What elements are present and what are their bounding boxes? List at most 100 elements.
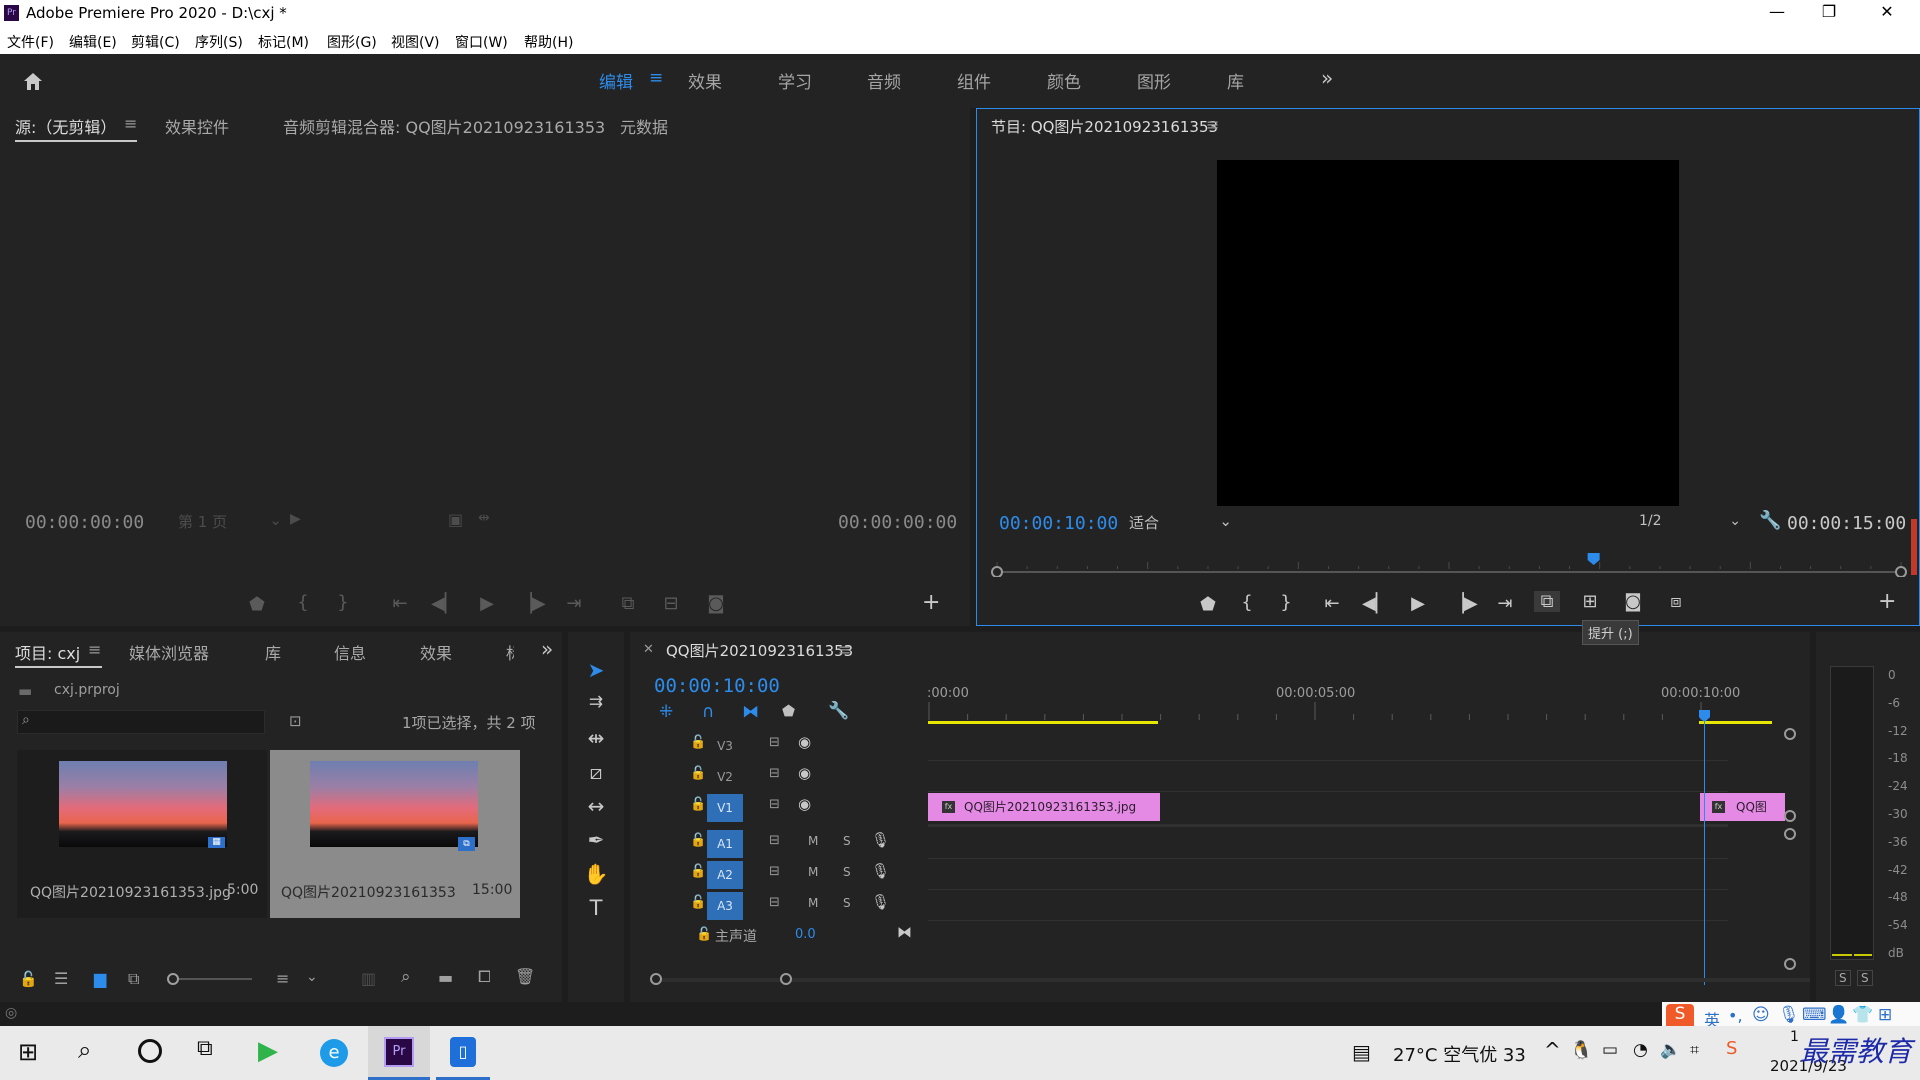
tab-markers-cut[interactable]: 标	[506, 640, 514, 664]
sync-lock-icon[interactable]: ⊟	[769, 895, 780, 910]
lock-icon[interactable]: 🔓	[696, 927, 712, 942]
go-to-out-icon[interactable]: ⇥	[1492, 593, 1518, 614]
extract-icon[interactable]: ⊞	[1577, 591, 1603, 612]
zoom-select[interactable]: 适合 ⌄	[1129, 512, 1234, 534]
step-forward-icon[interactable]: ▕▶	[1450, 593, 1478, 614]
add-marker-icon[interactable]: ⬟	[782, 702, 795, 720]
new-bin-icon[interactable]: ▬	[438, 968, 453, 987]
mark-out-icon[interactable]: }	[330, 592, 356, 613]
track-target-v1[interactable]: V1	[707, 794, 743, 822]
track-target-a3[interactable]: A3	[707, 892, 743, 920]
menu-help[interactable]: 帮助(H)	[524, 32, 573, 52]
workspace-audio[interactable]: 音频	[867, 68, 901, 93]
menu-window[interactable]: 窗口(W)	[455, 32, 508, 52]
eye-icon[interactable]: ◉	[798, 764, 811, 782]
menu-graphics[interactable]: 图形(G)	[327, 32, 377, 52]
timeline-clip[interactable]: fx QQ图	[1700, 793, 1785, 821]
ime-skin-icon[interactable]: 👕	[1852, 1005, 1873, 1025]
track-target-v2[interactable]: V2	[707, 763, 743, 791]
work-area-bar-end[interactable]	[1699, 721, 1772, 724]
track-target-v3[interactable]: V3	[707, 732, 743, 760]
workspace-assembly[interactable]: 组件	[957, 68, 991, 93]
menu-file[interactable]: 文件(F)	[7, 32, 54, 52]
mute-button[interactable]: M	[808, 865, 818, 879]
microphone-icon[interactable]: 🎙	[871, 831, 890, 849]
sync-lock-icon[interactable]: ⊟	[769, 833, 780, 848]
workspace-libraries[interactable]: 库	[1227, 68, 1244, 93]
add-button-icon[interactable]: +	[922, 590, 940, 615]
sync-lock-icon[interactable]: ⊟	[769, 766, 780, 781]
microphone-icon[interactable]: 🎙	[871, 893, 890, 911]
tab-media-browser[interactable]: 媒体浏览器	[129, 640, 209, 664]
workspace-more-button[interactable]: »	[1321, 66, 1333, 90]
ime-punct-icon[interactable]: •,	[1728, 1006, 1743, 1025]
home-icon[interactable]	[22, 70, 44, 92]
zoom-slider[interactable]	[167, 973, 252, 985]
sync-lock-icon[interactable]: ⊟	[769, 797, 780, 812]
program-current-timecode[interactable]: 00:00:10:00	[999, 513, 1118, 534]
razor-tool-icon[interactable]: ⧄	[577, 760, 615, 784]
search-icon[interactable]: ⌕	[78, 1036, 91, 1064]
timeline-settings-icon[interactable]: 🔧	[828, 701, 849, 721]
scroll-handle-icon[interactable]	[1784, 728, 1796, 740]
mark-out-icon[interactable]: }	[1273, 592, 1299, 613]
type-tool-icon[interactable]: T	[577, 896, 615, 920]
tab-project[interactable]: 项目: cxj	[15, 640, 80, 664]
ime-emoji-icon[interactable]: ☺	[1752, 1005, 1770, 1025]
icon-view-icon[interactable]: ▆	[94, 969, 106, 988]
battery-icon[interactable]: ▭	[1602, 1040, 1618, 1060]
cortana-icon[interactable]	[138, 1039, 162, 1063]
ime-voice-icon[interactable]: 🎙	[1778, 1005, 1800, 1025]
nest-icon[interactable]: ⁜	[659, 702, 673, 722]
scroll-handle-icon[interactable]	[1784, 828, 1796, 840]
eye-icon[interactable]: ◉	[798, 733, 811, 751]
qq-icon[interactable]: 🐧	[1570, 1040, 1592, 1061]
volume-icon[interactable]: 🔈	[1660, 1040, 1681, 1060]
ime-user-icon[interactable]: 👤	[1828, 1005, 1849, 1025]
new-search-bin-icon[interactable]: ⊡	[289, 712, 302, 730]
add-marker-icon[interactable]: ⬟	[1195, 594, 1221, 615]
windows-start-icon[interactable]: ⊞	[18, 1038, 38, 1066]
lock-icon[interactable]: 🔓	[690, 895, 706, 910]
step-back-icon[interactable]: ◀▏	[431, 593, 459, 614]
play-icon[interactable]: ▶	[1405, 593, 1431, 614]
program-playhead[interactable]	[1587, 553, 1600, 565]
eye-icon[interactable]: ◉	[798, 795, 811, 813]
weather-icon[interactable]: ▤	[1352, 1040, 1371, 1064]
pen-tool-icon[interactable]: ✒	[577, 828, 615, 852]
media-player-icon[interactable]: ▶	[258, 1036, 278, 1066]
ime-tray-icon[interactable]: ⌗	[1690, 1040, 1699, 1060]
program-title[interactable]: 节目: QQ图片20210923161353	[991, 116, 1218, 137]
comparison-view-icon[interactable]: ⧈	[1663, 591, 1689, 612]
source-settings-icon[interactable]: ▣	[448, 510, 463, 529]
go-to-in-icon[interactable]: ⇤	[1319, 593, 1345, 614]
ime-keyboard-icon[interactable]: ⌨	[1802, 1005, 1827, 1025]
source-timecode-right[interactable]: 00:00:00:00	[838, 512, 957, 533]
menu-marker[interactable]: 标记(M)	[258, 32, 309, 52]
track-target-a1[interactable]: A1	[707, 830, 743, 858]
taskbar-app-button[interactable]: ▯	[432, 1026, 494, 1080]
overwrite-icon[interactable]: ⊟	[658, 593, 684, 614]
project-search-input[interactable]: ⌕	[17, 710, 265, 734]
tab-effects[interactable]: 效果	[420, 640, 452, 664]
solo-button[interactable]: S	[843, 896, 851, 910]
workspace-learn[interactable]: 学习	[778, 68, 812, 93]
step-back-icon[interactable]: ◀▏	[1362, 593, 1390, 614]
tab-effect-controls[interactable]: 效果控件	[165, 114, 229, 138]
browser-icon[interactable]: e	[320, 1039, 348, 1067]
scroll-handle-icon[interactable]	[1784, 810, 1796, 822]
lock-icon[interactable]: 🔓	[690, 864, 706, 879]
sequence-menu-icon[interactable]: ≡	[838, 640, 851, 659]
mute-button[interactable]: M	[808, 834, 818, 848]
workspace-effects[interactable]: 效果	[688, 68, 722, 93]
ripple-edit-tool-icon[interactable]: ⇹	[577, 726, 615, 750]
lock-icon[interactable]: 🔓	[19, 970, 38, 988]
microphone-icon[interactable]: 🎙	[871, 862, 890, 880]
selection-tool-icon[interactable]: ➤	[577, 658, 615, 682]
play-icon[interactable]: ▶	[474, 593, 500, 614]
linked-selection-icon[interactable]: ⧓	[742, 702, 759, 722]
mute-button[interactable]: M	[808, 896, 818, 910]
source-timecode-left[interactable]: 00:00:00:00	[25, 512, 144, 533]
lock-icon[interactable]: 🔓	[690, 833, 706, 848]
panel-overflow-icon[interactable]: »	[541, 637, 553, 661]
